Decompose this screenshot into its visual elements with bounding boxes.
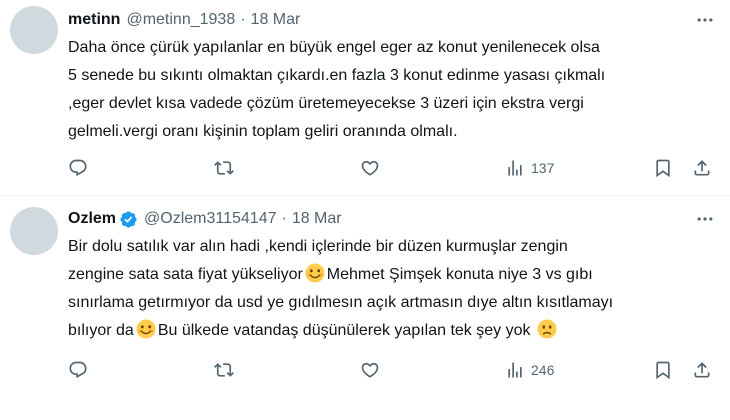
- reply-button[interactable]: [68, 358, 88, 382]
- tweet-text: Daha önce çürük yapılanlar en büyük enge…: [68, 34, 718, 146]
- reply-button[interactable]: [68, 156, 88, 180]
- tweet-actions: 137: [68, 156, 718, 180]
- tweet-text-line: 5 senede bu sıkıntı olmaktan çıkardı.en …: [68, 67, 606, 84]
- bookmark-icon: [653, 360, 673, 380]
- more-horizontal-icon: [695, 10, 715, 30]
- tweet-text-line: Bir dolu satılık var alın hadi ,kendi iç…: [68, 238, 568, 255]
- tweet-text-line: Daha önce çürük yapılanlar en büyük enge…: [68, 39, 600, 56]
- like-button[interactable]: [360, 358, 380, 382]
- views-icon: [505, 158, 525, 178]
- share-icon: [692, 158, 712, 178]
- tweet-text-line: gelmeli.vergi oranı kişinin toplam gelir…: [68, 123, 458, 140]
- bookmark-button[interactable]: [653, 358, 673, 382]
- share-button[interactable]: [692, 358, 712, 382]
- author-name[interactable]: Ozlem: [68, 209, 116, 229]
- more-options-button[interactable]: [694, 10, 716, 30]
- more-horizontal-icon: [695, 209, 715, 229]
- reply-icon: [68, 158, 88, 178]
- bookmark-icon: [653, 158, 673, 178]
- smiling-face-emoji-icon: [136, 319, 156, 339]
- text-segment: Mehmet Şimşek konuta niye 3 vs gıbı: [326, 266, 593, 283]
- author-handle[interactable]: @Ozlem31154147: [144, 209, 276, 229]
- retweet-button[interactable]: [214, 156, 234, 180]
- tweet-text: Bir dolu satılık var alın hadi ,kendi iç…: [68, 233, 718, 345]
- avatar[interactable]: [10, 6, 58, 54]
- tweet-date[interactable]: 18 Mar: [292, 209, 342, 229]
- views-icon: [505, 360, 525, 380]
- like-button[interactable]: [360, 156, 380, 180]
- bookmark-button[interactable]: [653, 156, 673, 180]
- views-count: 246: [531, 362, 555, 378]
- text-segment: zengine sata sata fiyat yükseliyor: [68, 266, 303, 283]
- tweet-text-line: ,eger devlet kısa vadede çözüm üretemeye…: [68, 95, 584, 112]
- text-segment: bılıyor da: [68, 322, 134, 339]
- tweet-actions: 246: [68, 358, 718, 382]
- verified-badge-icon: [119, 210, 138, 229]
- share-button[interactable]: [692, 156, 712, 180]
- separator-dot: ·: [281, 210, 287, 227]
- tweet-text-line: sınırlama getırmıyor da usd ye gıdılmesı…: [68, 294, 614, 311]
- retweet-icon: [214, 360, 234, 380]
- views-button[interactable]: 246: [505, 358, 554, 382]
- heart-icon: [360, 158, 380, 178]
- tweet[interactable]: Ozlem @Ozlem31154147 · 18 Mar Bir dolu s…: [0, 197, 730, 420]
- views-button[interactable]: 137: [505, 156, 554, 180]
- author-name[interactable]: metinn: [68, 10, 120, 30]
- tweet-text-line: bılıyor da Bu ülkede vatandaş düşünülerek…: [68, 317, 718, 345]
- heart-icon: [360, 360, 380, 380]
- retweet-icon: [214, 158, 234, 178]
- share-icon: [692, 360, 712, 380]
- tweet-header: Ozlem @Ozlem31154147 · 18 Mar: [68, 209, 690, 229]
- views-count: 137: [531, 160, 555, 176]
- retweet-button[interactable]: [214, 358, 234, 382]
- reply-icon: [68, 360, 88, 380]
- frowning-face-emoji-icon: [537, 319, 557, 339]
- tweet-date[interactable]: 18 Mar: [251, 10, 301, 30]
- tweet[interactable]: metinn @metinn_1938 · 18 Mar Daha önce ç…: [0, 0, 730, 196]
- tweet-header: metinn @metinn_1938 · 18 Mar: [68, 10, 690, 30]
- text-segment: Bu ülkede vatandaş düşünülerek yapılan t…: [157, 322, 531, 339]
- more-options-button[interactable]: [694, 209, 716, 229]
- author-handle[interactable]: @metinn_1938: [126, 10, 235, 30]
- separator-dot: ·: [240, 11, 246, 28]
- tweet-text-line: zengine sata sata fiyat yükseliyor Mehmet…: [68, 261, 718, 289]
- smiling-face-emoji-icon: [305, 263, 325, 283]
- avatar[interactable]: [10, 207, 58, 255]
